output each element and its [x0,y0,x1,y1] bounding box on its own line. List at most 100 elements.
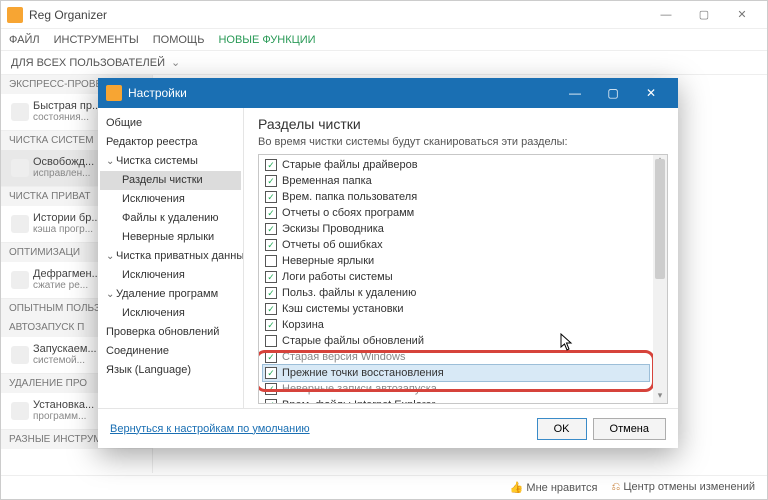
checklist-row[interactable]: ✓ Неверные записи автозапуска [263,381,649,397]
checkbox[interactable]: ✓ [265,399,277,403]
checklist-row[interactable]: ✓ Отчеты об ошибках [263,237,649,253]
checklist-label: Старые файлы драйверов [282,159,418,171]
settings-title: Настройки [128,86,556,100]
menu-new-functions[interactable]: НОВЫЕ ФУНКЦИИ [218,34,315,46]
tree-node[interactable]: Язык (Language) [100,361,241,380]
app-title: Reg Organizer [29,8,647,22]
checkbox[interactable]: ✓ [265,223,277,235]
scroll-thumb[interactable] [655,159,665,279]
settings-maximize-button[interactable]: ▢ [594,81,632,105]
chevron-down-icon: ⌄ [171,56,180,69]
status-bar: 👍 Мне нравится ⎌ Центр отмены изменений [1,475,767,499]
scrollbar[interactable]: ▴ ▾ [653,155,667,403]
checkbox[interactable]: ✓ [265,351,277,363]
tree-node[interactable]: Общие [100,114,241,133]
checkbox[interactable]: ✓ [265,191,277,203]
panel-title: Разделы чистки [258,116,668,132]
checkbox[interactable]: ✓ [265,319,277,331]
checkbox[interactable]: ✓ [265,367,277,379]
settings-footer: Вернуться к настройкам по умолчанию OK О… [98,408,678,448]
checkbox[interactable] [265,255,277,267]
checklist-label: Польз. файлы к удалению [282,287,416,299]
like-link[interactable]: 👍 Мне нравится [510,481,598,494]
menu-tools[interactable]: ИНСТРУМЕНТЫ [54,34,139,46]
checklist-label: Логи работы системы [282,271,393,283]
checkbox[interactable]: ✓ [265,303,277,315]
checklist-row[interactable]: ✓Врем. папка пользователя [263,189,649,205]
checklist-row[interactable]: ✓ Врем. файлы Internet Explorer [263,397,649,403]
checklist-row[interactable]: ✓ Временная папка [263,173,649,189]
settings-minimize-button[interactable]: — [556,81,594,105]
checklist-row[interactable]: ✓ Старая версия Windows [263,349,649,365]
checklist-row[interactable]: ✓Кэш системы установки [263,301,649,317]
settings-titlebar: Настройки — ▢ ✕ [98,78,678,108]
tree-node[interactable]: Разделы чистки [100,171,241,190]
checkbox[interactable] [265,335,277,347]
settings-dialog: Настройки — ▢ ✕ ОбщиеРедактор реестраЧис… [98,78,678,448]
main-menu: ФАЙЛ ИНСТРУМЕНТЫ ПОМОЩЬ НОВЫЕ ФУНКЦИИ [1,29,767,51]
scroll-down-icon[interactable]: ▾ [653,390,667,404]
tree-node[interactable]: Редактор реестра [100,133,241,152]
checklist-label: Прежние точки восстановления [282,367,444,379]
undo-icon: ⎌ [612,481,621,493]
checklist-label: Старая версия Windows [282,351,405,363]
checklist-row[interactable]: Старые файлы обновлений [263,333,649,349]
checkbox[interactable]: ✓ [265,207,277,219]
checklist-label: Отчеты об ошибках [282,239,383,251]
checklist-label: Временная папка [282,175,372,187]
users-dropdown[interactable]: ДЛЯ ВСЕХ ПОЛЬЗОВАТЕЛЕЙ ⌄ [1,51,767,75]
checklist-row[interactable]: ✓ Логи работы системы [263,269,649,285]
sidebar-item-icon [11,346,29,364]
checklist-row[interactable]: ✓ Отчеты о сбоях программ [263,205,649,221]
minimize-button[interactable]: — [647,3,685,27]
tree-node[interactable]: Удаление программ [100,285,241,304]
settings-close-button[interactable]: ✕ [632,81,670,105]
sidebar-item-icon [11,402,29,420]
checkbox[interactable]: ✓ [265,383,277,395]
ok-button[interactable]: OK [537,418,587,440]
checklist-row[interactable]: ✓ Польз. файлы к удалению [263,285,649,301]
checklist-label: Врем. файлы Internet Explorer [282,399,435,403]
tree-node[interactable]: Соединение [100,342,241,361]
checklist: ✓Старые файлы драйверов✓Временная папка✓… [258,154,668,404]
checklist-row[interactable]: ✓ Старые файлы драйверов [263,157,649,173]
checkbox[interactable]: ✓ [265,239,277,251]
tree-node[interactable]: Исключения [100,266,241,285]
close-button[interactable]: ✕ [723,3,761,27]
main-titlebar: Reg Organizer — ▢ ✕ [1,1,767,29]
checklist-label: Корзина [282,319,324,331]
checklist-label: Неверные ярлыки [282,255,374,267]
checkbox[interactable]: ✓ [265,271,277,283]
sidebar-item-icon [11,271,29,289]
reset-defaults-link[interactable]: Вернуться к настройкам по умолчанию [110,423,310,435]
tree-node[interactable]: Чистка приватных данных [100,247,241,266]
checklist-row[interactable]: ✓ Эскизы Проводника [263,221,649,237]
checkbox[interactable]: ✓ [265,287,277,299]
maximize-button[interactable]: ▢ [685,3,723,27]
settings-panel: Разделы чистки Во время чистки системы б… [244,108,678,408]
checklist-row[interactable]: Неверные ярлыки [263,253,649,269]
settings-tree: ОбщиеРедактор реестраЧистка системыРазде… [98,108,244,408]
tree-node[interactable]: Проверка обновлений [100,323,241,342]
tree-node[interactable]: Исключения [100,190,241,209]
sidebar-item-icon [11,103,29,121]
menu-help[interactable]: ПОМОЩЬ [153,34,205,46]
checklist-label: Эскизы Проводника [282,223,384,235]
tree-node[interactable]: Неверные ярлыки [100,228,241,247]
tree-node[interactable]: Исключения [100,304,241,323]
checklist-label: Старые файлы обновлений [282,335,424,347]
panel-desc: Во время чистки системы будут сканироват… [258,136,668,148]
app-icon [7,7,23,23]
sidebar-item-icon [11,215,29,233]
checklist-label: Неверные записи автозапуска [282,383,437,395]
menu-file[interactable]: ФАЙЛ [9,34,40,46]
checkbox[interactable]: ✓ [265,175,277,187]
checklist-row[interactable]: ✓ Прежние точки восстановления [263,365,649,381]
checklist-row[interactable]: ✓ Корзина [263,317,649,333]
checkbox[interactable]: ✓ [265,159,277,171]
cancel-button[interactable]: Отмена [593,418,666,440]
tree-node[interactable]: Файлы к удалению [100,209,241,228]
undo-center-link[interactable]: ⎌ Центр отмены изменений [612,481,755,494]
checklist-label: Отчеты о сбоях программ [282,207,414,219]
tree-node[interactable]: Чистка системы [100,152,241,171]
